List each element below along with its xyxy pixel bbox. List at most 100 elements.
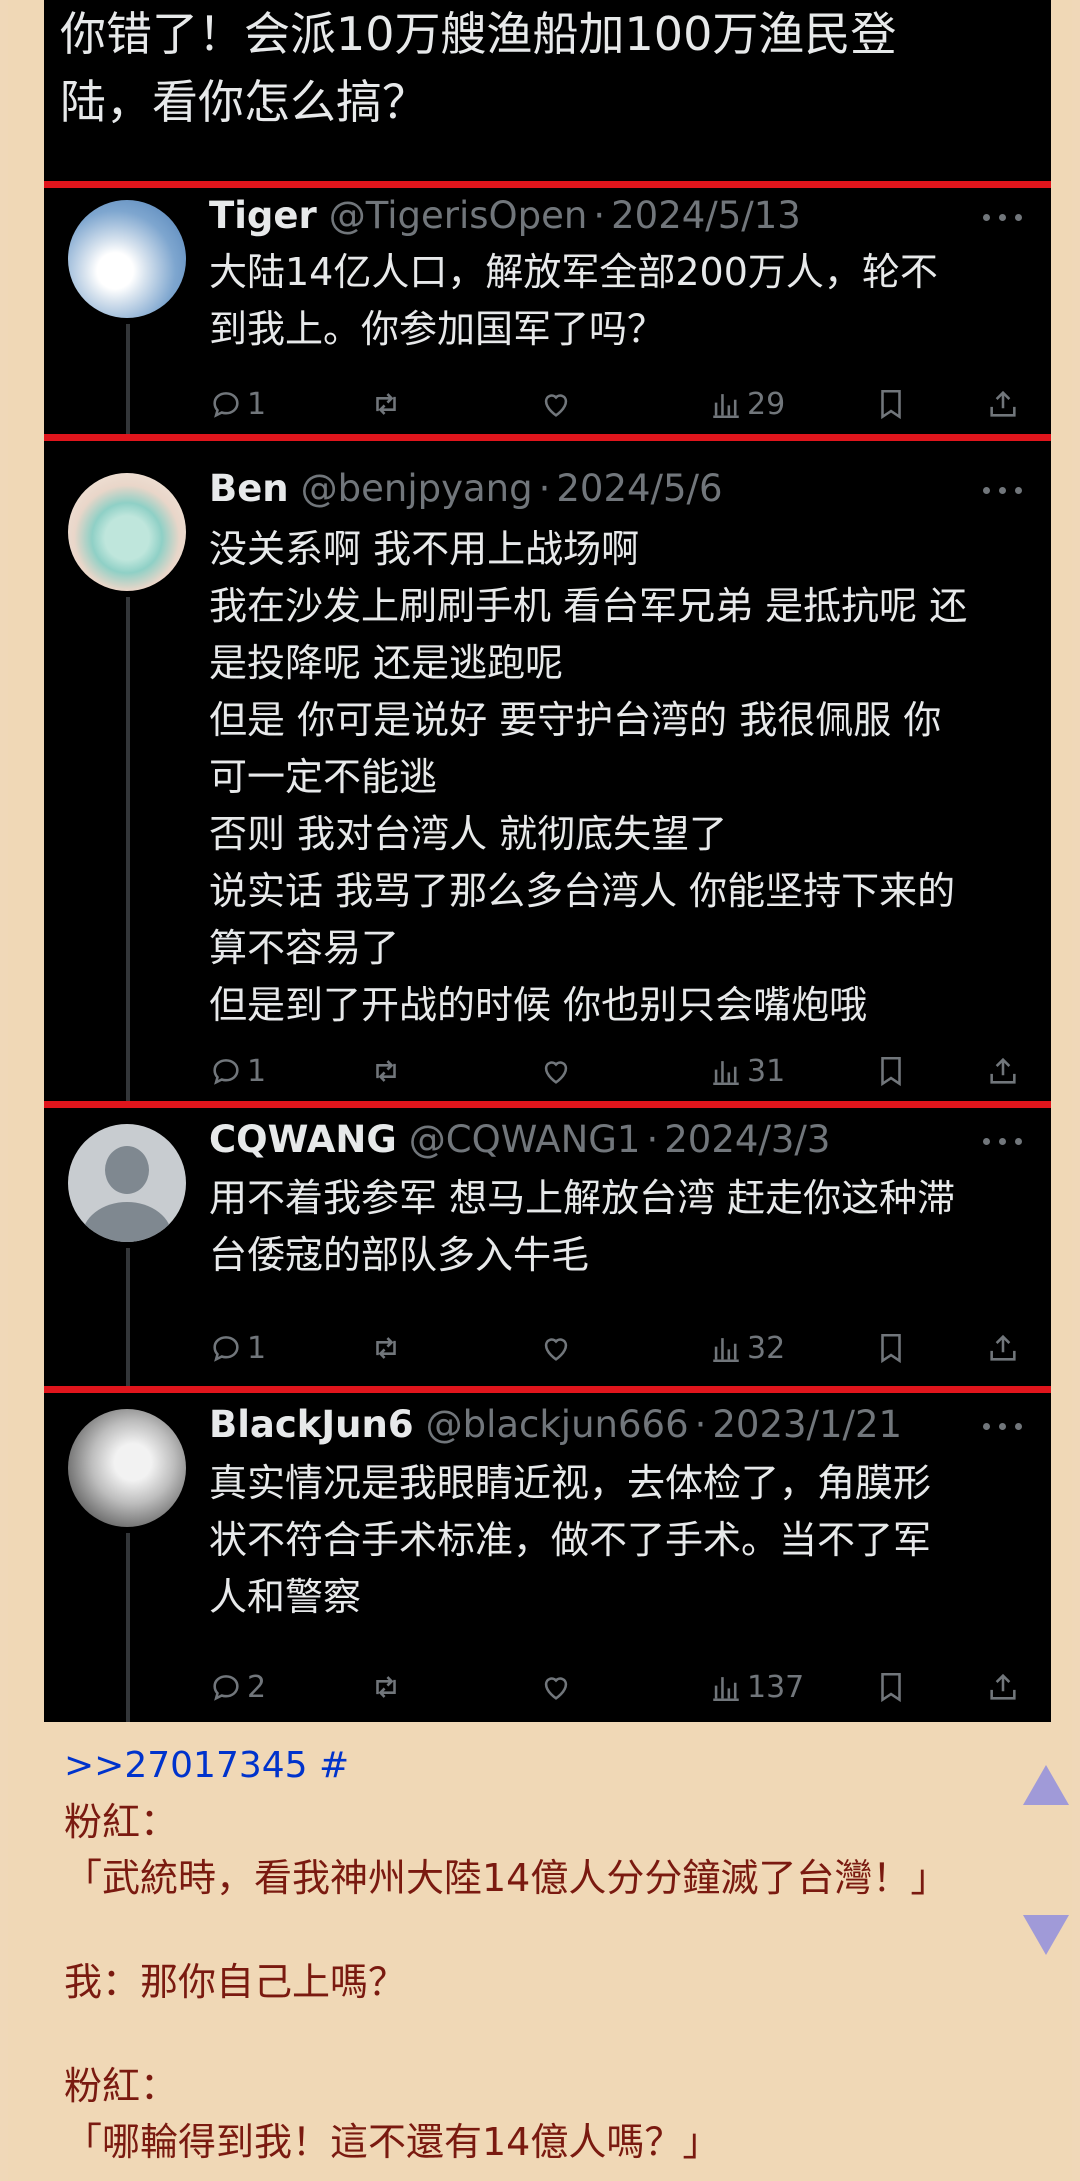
bookmark-button[interactable] (874, 1051, 908, 1091)
like-button[interactable] (539, 384, 573, 424)
tweet-line: 算不容易了 (209, 926, 400, 970)
share-button[interactable] (986, 1051, 1020, 1091)
avatar[interactable] (68, 1409, 186, 1527)
display-name[interactable]: Ben (209, 467, 289, 510)
tweet-text: 用不着我参军 想马上解放台湾 赶走你这种滞 台倭寇的部队多入牛毛 (209, 1170, 1039, 1284)
tweet-date[interactable]: 2024/5/6 (556, 467, 722, 510)
tweet-header: BlackJun6 @blackjun666 · 2023/1/21 (209, 1403, 1021, 1449)
separator-dot: · (538, 467, 551, 510)
view-count: 29 (747, 386, 786, 422)
reply-icon (213, 392, 239, 418)
view-count: 137 (747, 1669, 805, 1705)
views-button[interactable]: 32 (709, 1328, 785, 1368)
retweet-button[interactable] (369, 384, 403, 424)
views-icon (713, 394, 739, 419)
tweet-date[interactable]: 2024/5/13 (611, 194, 801, 237)
tweet-line: 但是到了开战的时候 你也别只会嘴炮哦 (209, 983, 868, 1027)
default-avatar-head-icon (105, 1146, 149, 1194)
share-icon (990, 1334, 1016, 1361)
separator-dot: · (646, 1118, 659, 1161)
more-icon[interactable] (983, 1423, 1023, 1433)
arrow-up-icon[interactable] (1023, 1765, 1069, 1805)
more-icon[interactable] (983, 487, 1023, 497)
reply-button[interactable]: 1 (209, 1051, 266, 1091)
display-name[interactable]: CQWANG (209, 1118, 397, 1161)
avatar[interactable] (68, 200, 186, 318)
thread-line (126, 597, 130, 1101)
tweet-line: 说实话 我骂了那么多台湾人 你能坚持下来的 (209, 869, 956, 913)
default-avatar-body-icon (82, 1202, 172, 1242)
user-handle[interactable]: @benjpyang (301, 467, 533, 510)
tweet-ben[interactable]: Ben @benjpyang · 2024/5/6 没关系啊 我不用上战场啊 我… (44, 441, 1051, 1101)
display-name[interactable]: Tiger (209, 194, 317, 237)
reply-icon (213, 1675, 239, 1701)
tweet-line: 台倭寇的部队多入牛毛 (209, 1233, 590, 1277)
bookmark-icon (881, 1056, 901, 1087)
user-handle[interactable]: @TigerisOpen (329, 194, 588, 237)
thread-line (126, 1248, 130, 1386)
page-background: 你错了！会派10万艘渔船加100万渔民登 陆，看你怎么搞？ Tiger @Tig… (8, 0, 1072, 2181)
more-icon[interactable] (983, 1138, 1023, 1148)
tweet-line: 到我上。你参加国军了吗？ (209, 307, 666, 351)
views-button[interactable]: 29 (709, 384, 785, 424)
tweet-line: 用不着我参军 想马上解放台湾 赶走你这种滞 (209, 1176, 956, 1220)
separator-dot: · (694, 1403, 707, 1446)
reply-button[interactable]: 2 (209, 1667, 266, 1707)
bookmark-button[interactable] (874, 1328, 908, 1368)
bookmark-button[interactable] (874, 384, 908, 424)
bookmark-icon (881, 1672, 901, 1703)
tweet-tiger[interactable]: Tiger @TigerisOpen · 2024/5/13 大陆14亿人口，解… (44, 188, 1051, 434)
tweet-date[interactable]: 2023/1/21 (712, 1403, 902, 1446)
reply-icon (213, 1059, 239, 1085)
reply-button[interactable]: 1 (209, 1328, 266, 1368)
avatar[interactable] (68, 473, 186, 591)
embedded-tweet-screenshot: 你错了！会派10万艘渔船加100万渔民登 陆，看你怎么搞？ Tiger @Tig… (44, 0, 1051, 1722)
arrow-down-icon[interactable] (1023, 1915, 1069, 1955)
tweet-line: 否则 我对台湾人 就彻底失望了 (209, 812, 728, 856)
tweet-line: 是投降呢 还是逃跑呢 (209, 641, 564, 685)
share-button[interactable] (986, 384, 1020, 424)
thread-line (126, 324, 130, 434)
views-icon (713, 1061, 739, 1086)
retweet-button[interactable] (369, 1051, 403, 1091)
retweet-button[interactable] (369, 1667, 403, 1707)
top-text-line: 陆，看你怎么搞？ (60, 75, 428, 129)
tweet-line: 没关系啊 我不用上战场啊 (209, 527, 640, 571)
bookmark-icon (881, 389, 901, 420)
tweet-date[interactable]: 2024/3/3 (664, 1118, 830, 1161)
tweet-line: 真实情况是我眼睛近视，去体检了，角膜形 (209, 1461, 932, 1505)
quote-reference-link[interactable]: >>27017345 # (64, 1745, 349, 1786)
action-bar: 1 32 (209, 1328, 1039, 1368)
like-button[interactable] (539, 1328, 573, 1368)
reply-icon (213, 1336, 239, 1362)
reply-button[interactable]: 1 (209, 384, 266, 424)
heart-icon (544, 1677, 568, 1700)
user-handle[interactable]: @CQWANG1 (409, 1118, 641, 1161)
like-button[interactable] (539, 1051, 573, 1091)
retweet-button[interactable] (369, 1328, 403, 1368)
avatar[interactable] (68, 1124, 186, 1242)
views-button[interactable]: 137 (709, 1667, 804, 1707)
tweet-cqwang[interactable]: CQWANG @CQWANG1 · 2024/3/3 用不着我参军 想马上解放台… (44, 1108, 1051, 1386)
like-button[interactable] (539, 1667, 573, 1707)
bookmark-icon (881, 1333, 901, 1364)
retweet-icon (376, 1676, 396, 1698)
post-line: 我：那你自己上嗎？ (64, 1960, 407, 2004)
user-handle[interactable]: @blackjun666 (426, 1403, 689, 1446)
tweet-blackjun6[interactable]: BlackJun6 @blackjun666 · 2023/1/21 真实情况是… (44, 1393, 1051, 1722)
more-icon[interactable] (983, 214, 1023, 224)
display-name[interactable]: BlackJun6 (209, 1403, 414, 1446)
views-button[interactable]: 31 (709, 1051, 785, 1091)
tweet-line: 可一定不能逃 (209, 755, 438, 799)
share-button[interactable] (986, 1667, 1020, 1707)
share-icon (990, 390, 1016, 417)
reply-count: 1 (247, 1330, 267, 1366)
bookmark-button[interactable] (874, 1667, 908, 1707)
share-button[interactable] (986, 1328, 1020, 1368)
retweet-icon (376, 1337, 396, 1359)
tweet-line: 我在沙发上刷刷手机 看台军兄弟 是抵抗呢 还 (209, 584, 968, 628)
tweet-header: Ben @benjpyang · 2024/5/6 (209, 467, 1021, 513)
red-divider (44, 434, 1051, 441)
action-bar: 1 31 (209, 1051, 1039, 1091)
tweet-line: 人和警察 (209, 1575, 362, 1619)
